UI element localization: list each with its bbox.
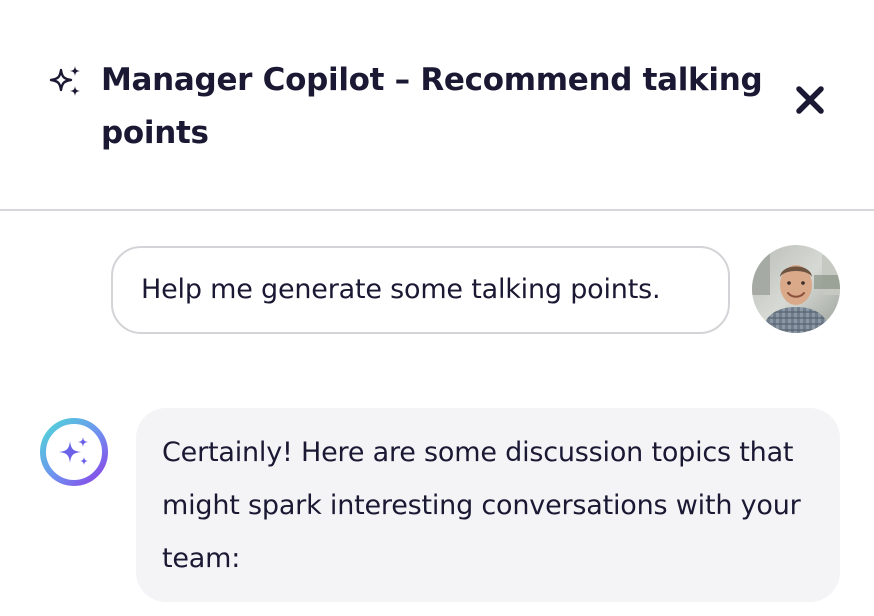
close-icon <box>790 86 830 124</box>
page-title: Manager Copilot – Recommend talking poin… <box>101 62 763 151</box>
copilot-avatar <box>39 417 109 487</box>
user-message-text: Help me generate some talking points. <box>141 274 661 305</box>
assistant-message-text: Certainly! Here are some discussion topi… <box>162 437 801 574</box>
user-avatar[interactable] <box>752 245 840 333</box>
sparkles-icon <box>48 64 84 100</box>
assistant-message-bubble: Certainly! Here are some discussion topi… <box>136 408 840 602</box>
copilot-header: Manager Copilot – Recommend talking poin… <box>0 0 874 209</box>
header-divider <box>0 209 874 211</box>
user-message-bubble: Help me generate some talking points. <box>111 246 730 334</box>
close-button[interactable] <box>790 80 830 120</box>
